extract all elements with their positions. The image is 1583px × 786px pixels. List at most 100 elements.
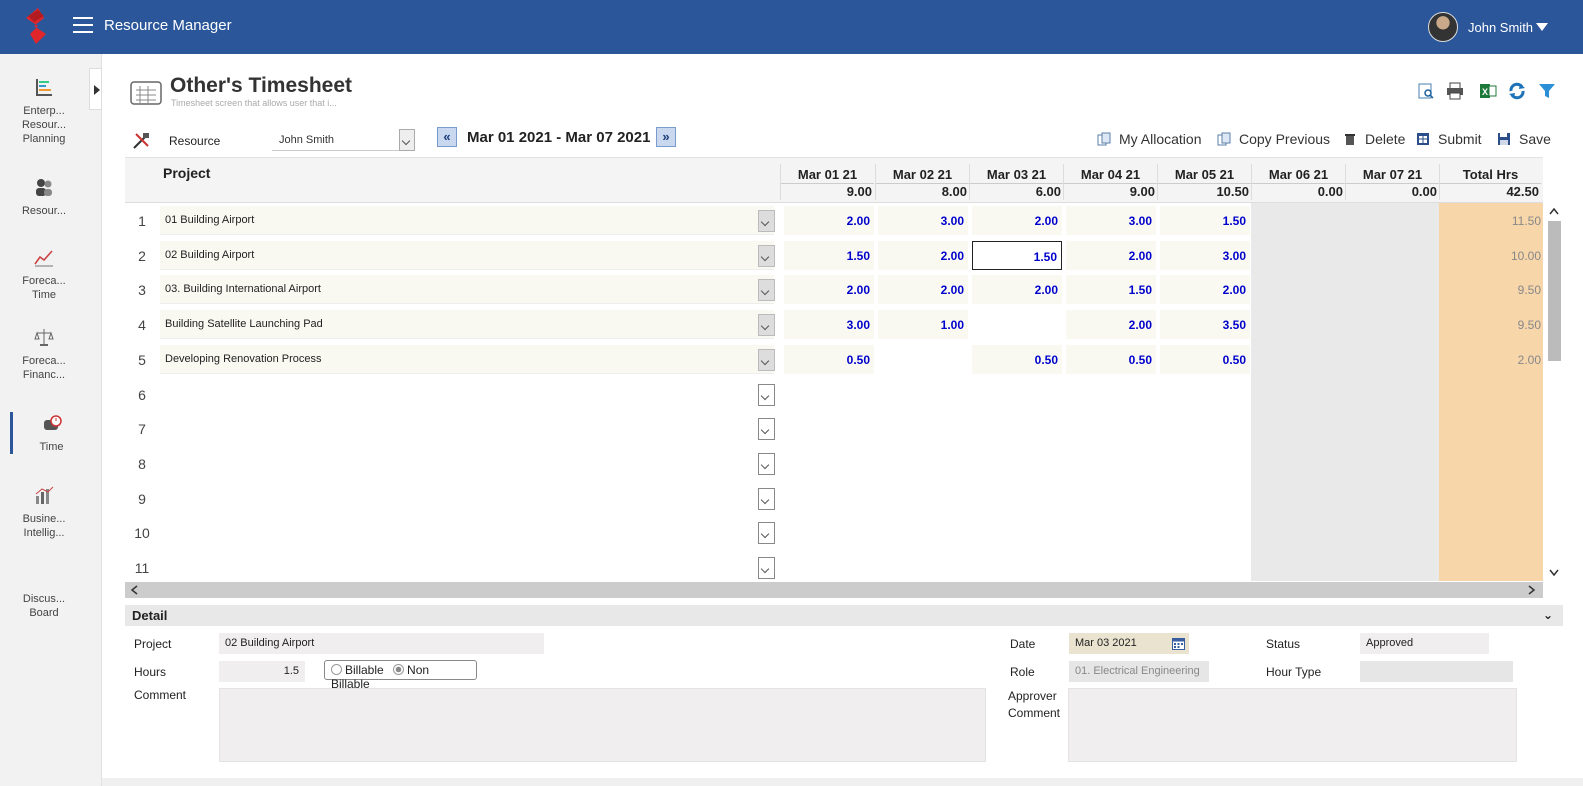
sidebar-toggle-button[interactable]	[89, 68, 102, 110]
hour-cell[interactable]: 2.00	[878, 275, 968, 305]
detail-hours-input[interactable]: 1.5	[219, 661, 305, 682]
hour-cell[interactable]: 2.00	[1160, 275, 1250, 305]
calendar-icon[interactable]	[1172, 637, 1185, 650]
chevron-down-icon[interactable]	[758, 348, 775, 371]
hour-cell[interactable]: 0.50	[1160, 344, 1250, 374]
chevron-down-icon[interactable]	[399, 129, 415, 151]
hour-cell[interactable]: 1.50	[1160, 206, 1250, 235]
column-date: Mar 04 21	[1080, 167, 1141, 182]
row-number: 5	[138, 351, 146, 368]
chevron-down-icon[interactable]	[758, 210, 775, 232]
collapse-icon[interactable]: ⌄	[1543, 608, 1553, 622]
submit-button[interactable]: Submit	[1416, 131, 1482, 147]
hour-cell[interactable]	[972, 310, 1062, 340]
preview-icon[interactable]	[1417, 82, 1435, 100]
hour-cell[interactable]: 1.50	[784, 240, 874, 270]
scroll-down-icon[interactable]	[1549, 569, 1559, 577]
hour-cell[interactable]: 3.50	[1160, 310, 1250, 340]
sidebar-item-foreca[interactable]: Foreca... Financ...	[0, 326, 88, 382]
chevron-down-icon[interactable]	[758, 279, 775, 302]
detail-comment-textarea[interactable]	[219, 688, 986, 762]
resource-select[interactable]: John Smith	[272, 129, 415, 151]
date-range: Mar 01 2021 - Mar 07 2021	[467, 129, 651, 146]
detail-date-field[interactable]: Mar 03 2021	[1069, 633, 1189, 654]
hour-cell[interactable]: 1.50	[972, 240, 1062, 270]
project-cell[interactable]: 02 Building Airport	[160, 240, 774, 270]
project-cell[interactable]: 03. Building International Airport	[160, 275, 774, 305]
column-date: Mar 06 21	[1268, 167, 1329, 182]
sidebar-item-discus[interactable]: Discus... Board	[0, 592, 88, 620]
hour-cell[interactable]: 0.50	[784, 344, 874, 374]
project-cell[interactable]: Building Satellite Launching Pad	[160, 310, 774, 340]
save-button[interactable]: Save	[1497, 131, 1551, 147]
hour-cell[interactable]: 0.50	[972, 344, 1062, 374]
copy-previous-button[interactable]: Copy Previous	[1217, 131, 1330, 147]
hour-cell[interactable]: 0.50	[1066, 344, 1156, 374]
refresh-icon[interactable]	[1508, 82, 1526, 100]
detail-hour-type-label: Hour Type	[1266, 665, 1322, 679]
hour-cell[interactable]: 3.00	[1160, 240, 1250, 270]
chevron-down-icon[interactable]	[758, 557, 775, 579]
next-week-button[interactable]: »	[656, 127, 676, 147]
table-row: 10	[125, 515, 1543, 549]
hour-cell[interactable]: 3.00	[1066, 206, 1156, 235]
sidebar-item-foreca[interactable]: Foreca... Time	[0, 246, 88, 302]
sidebar-item-time[interactable]: Time	[10, 412, 90, 454]
app-logo-icon[interactable]	[22, 8, 50, 44]
detail-status-field: Approved	[1360, 633, 1489, 654]
hour-cell[interactable]: 2.00	[1066, 310, 1156, 340]
chevron-down-icon[interactable]	[758, 522, 775, 545]
scroll-right-icon[interactable]	[1528, 585, 1536, 595]
sidebar-item-label: Board	[29, 607, 59, 619]
detail-role-value: 01. Electrical Engineering	[1075, 665, 1200, 677]
chevron-down-icon[interactable]	[758, 383, 775, 406]
detail-comment-label: Comment	[134, 688, 187, 702]
hour-cell[interactable]: 2.00	[972, 275, 1062, 305]
billable-radio[interactable]	[331, 664, 342, 675]
detail-role-select[interactable]: 01. Electrical Engineering	[1069, 661, 1209, 682]
sidebar-item-resour[interactable]: Resour...	[0, 176, 88, 218]
billable-radio-group: Billable Non Billable	[324, 660, 477, 691]
hour-cell[interactable]: 1.00	[878, 310, 968, 340]
hour-cell[interactable]	[878, 344, 968, 374]
hour-cell[interactable]: 3.00	[878, 206, 968, 235]
vertical-scrollbar[interactable]	[1546, 205, 1562, 582]
horizontal-scrollbar[interactable]	[125, 582, 1543, 598]
chevron-down-icon[interactable]	[758, 244, 775, 267]
hour-cell[interactable]: 1.50	[1066, 275, 1156, 305]
chevron-down-icon[interactable]	[758, 418, 775, 441]
chevron-down-icon[interactable]	[758, 314, 775, 337]
detail-panel-header[interactable]: Detail ⌄	[125, 605, 1563, 626]
vertical-scroll-thumb[interactable]	[1548, 221, 1561, 361]
user-name[interactable]: John Smith	[1468, 20, 1533, 35]
project-cell[interactable]: Developing Renovation Process	[160, 344, 774, 374]
excel-icon[interactable]: X	[1479, 82, 1497, 100]
print-icon[interactable]	[1446, 82, 1464, 100]
table-row: 4 Building Satellite Launching Pad 3.00 1.0…	[125, 307, 1543, 341]
filter-icon[interactable]	[1538, 82, 1556, 100]
sidebar-item-busine[interactable]: Busine... Intellig...	[0, 484, 88, 540]
my-allocation-button[interactable]: My Allocation	[1097, 131, 1201, 147]
detail-hour-type-select[interactable]	[1360, 661, 1513, 682]
user-menu-caret-icon[interactable]	[1536, 23, 1548, 31]
delete-button[interactable]: Delete	[1343, 131, 1405, 147]
hour-cell[interactable]: 2.00	[784, 206, 874, 235]
sidebar-item-enterp[interactable]: Enterp... Resour... Planning	[0, 76, 88, 146]
clock-icon	[43, 415, 62, 430]
previous-week-button[interactable]: «	[437, 127, 457, 147]
chevron-down-icon[interactable]	[758, 452, 775, 475]
project-cell[interactable]: 01 Building Airport	[160, 206, 774, 235]
non-billable-radio[interactable]	[393, 664, 405, 675]
hour-cell[interactable]: 2.00	[878, 240, 968, 270]
scroll-left-icon[interactable]	[130, 585, 138, 595]
detail-role-label: Role	[1010, 665, 1035, 679]
scroll-up-icon[interactable]	[1549, 207, 1559, 215]
hour-cell[interactable]: 2.00	[1066, 240, 1156, 270]
chevron-down-icon[interactable]	[758, 487, 775, 510]
hour-cell[interactable]: 2.00	[972, 206, 1062, 235]
hour-cell[interactable]: 2.00	[784, 275, 874, 305]
menu-icon[interactable]	[73, 17, 93, 33]
avatar[interactable]	[1428, 12, 1458, 42]
detail-project-field[interactable]: 02 Building Airport	[219, 633, 544, 654]
hour-cell[interactable]: 3.00	[784, 310, 874, 340]
